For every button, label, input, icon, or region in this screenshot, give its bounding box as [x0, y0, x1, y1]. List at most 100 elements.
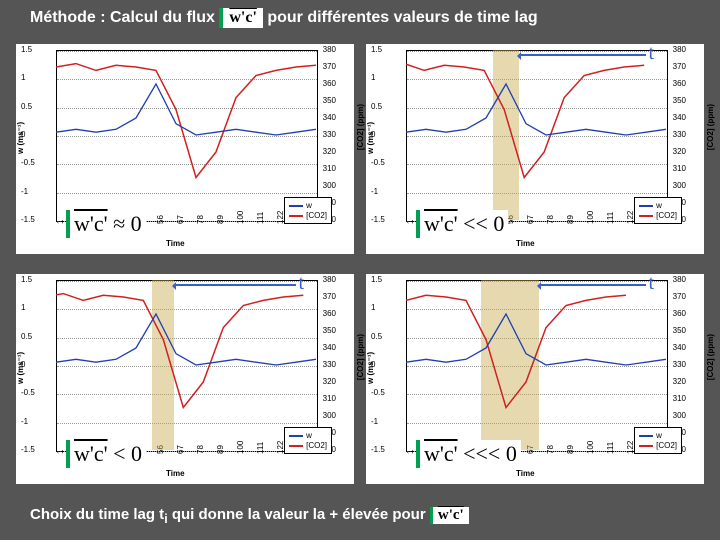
- title-flux-box: w'c': [219, 8, 263, 28]
- title-post: pour différentes valeurs de time lag: [267, 9, 537, 26]
- ytick-left: -0.5: [21, 388, 35, 397]
- ytick-right: 360: [673, 309, 686, 318]
- xtick: 1: [56, 220, 65, 224]
- xtick: 1: [56, 450, 65, 454]
- ytick-left: -1.5: [371, 215, 385, 224]
- ytick-left: 1.5: [371, 45, 382, 54]
- w-series: [406, 84, 666, 135]
- ytick-left: -1.5: [21, 215, 35, 224]
- ytick-right: 360: [323, 79, 336, 88]
- ytick-right: 340: [673, 113, 686, 122]
- ytick-left: -1.5: [371, 445, 385, 454]
- legend: w[CO2]: [634, 427, 682, 454]
- ytick-left: 1.5: [21, 45, 32, 54]
- ytick-right: 310: [323, 394, 336, 403]
- chart-panel: -1.5-1-0.500.511.52802903003103203303403…: [10, 40, 360, 270]
- ytick-right: 380: [323, 45, 336, 54]
- w-series: [56, 314, 316, 365]
- w-series: [56, 84, 316, 135]
- ytick-right: 320: [673, 377, 686, 386]
- w-series: [406, 314, 666, 365]
- ytick-left: -1: [21, 417, 28, 426]
- footer-flux-box: w'c': [430, 507, 469, 524]
- ytick-left: 1: [371, 73, 375, 82]
- title-pre: Méthode : Calcul du flux: [30, 9, 215, 26]
- footer-sub: i: [164, 512, 167, 526]
- co2-series: [56, 294, 303, 408]
- ytick-left: 1: [21, 73, 25, 82]
- ytick-right: 310: [673, 394, 686, 403]
- timelag-arrow: [174, 284, 296, 286]
- ytick-left: 0.5: [371, 102, 382, 111]
- xlabel: Time: [516, 469, 535, 478]
- ytick-right: 330: [673, 360, 686, 369]
- ytick-right: 370: [323, 292, 336, 301]
- ytick-left: -0.5: [371, 158, 385, 167]
- legend: w[CO2]: [284, 427, 332, 454]
- ytick-left: 0.5: [371, 332, 382, 341]
- ytick-right: 350: [673, 326, 686, 335]
- co2-series: [56, 64, 316, 178]
- footer-mid: qui donne la valeur la + élevée pour: [172, 506, 426, 523]
- ytick-left: -1: [371, 187, 378, 196]
- ylabel-left: w (ms⁻¹): [16, 352, 25, 384]
- ytick-right: 350: [673, 96, 686, 105]
- ytick-left: 1: [21, 303, 25, 312]
- ytick-right: 320: [323, 377, 336, 386]
- ytick-left: 0.5: [21, 102, 32, 111]
- ytick-left: -1.5: [21, 445, 35, 454]
- ytick-right: 350: [323, 96, 336, 105]
- ytick-left: -0.5: [371, 388, 385, 397]
- xlabel: Time: [166, 469, 185, 478]
- ytick-left: 1.5: [371, 275, 382, 284]
- ylabel-right: [CO2] (ppm): [706, 104, 715, 150]
- xtick: 1: [406, 220, 415, 224]
- ytick-left: 1.5: [21, 275, 32, 284]
- ytick-right: 320: [673, 147, 686, 156]
- ytick-right: 380: [323, 275, 336, 284]
- ytick-left: -1: [21, 187, 28, 196]
- ylabel-left: w (ms⁻¹): [16, 122, 25, 154]
- timelag-arrow: [519, 54, 646, 56]
- ytick-right: 370: [323, 62, 336, 71]
- ytick-right: 360: [323, 309, 336, 318]
- flux-equation: w'c' < 0: [66, 440, 146, 468]
- ytick-left: 0.5: [21, 332, 32, 341]
- xlabel: Time: [516, 239, 535, 248]
- co2-series: [406, 294, 626, 408]
- ytick-right: 370: [673, 292, 686, 301]
- ytick-right: 370: [673, 62, 686, 71]
- ytick-right: 340: [323, 343, 336, 352]
- ytick-right: 350: [323, 326, 336, 335]
- flux-equation: w'c' << 0: [416, 210, 508, 238]
- ytick-right: 360: [673, 79, 686, 88]
- xtick: 1: [406, 450, 415, 454]
- legend: w[CO2]: [284, 197, 332, 224]
- ytick-left: 1: [371, 303, 375, 312]
- flux-equation: w'c' <<< 0: [416, 440, 521, 468]
- legend: w[CO2]: [634, 197, 682, 224]
- chart-grid: -1.5-1-0.500.511.52802903003103203303403…: [10, 40, 710, 500]
- slide-title: Méthode : Calcul du flux w'c' pour diffé…: [30, 8, 538, 28]
- ytick-right: 380: [673, 275, 686, 284]
- chart-panel: -1.5-1-0.500.511.52802903003103203303403…: [10, 270, 360, 500]
- ytick-right: 300: [673, 181, 686, 190]
- ylabel-right: [CO2] (ppm): [706, 334, 715, 380]
- ytick-right: 300: [673, 411, 686, 420]
- ytick-left: -1: [371, 417, 378, 426]
- ytick-right: 320: [323, 147, 336, 156]
- timelag-label: t: [648, 42, 654, 68]
- ytick-right: 310: [673, 164, 686, 173]
- ylabel-left: w (ms⁻¹): [366, 122, 375, 154]
- ytick-right: 340: [673, 343, 686, 352]
- footer-pre: Choix du time lag t: [30, 506, 164, 523]
- timelag-arrow: [539, 284, 646, 286]
- ylabel-left: w (ms⁻¹): [366, 352, 375, 384]
- ytick-right: 380: [673, 45, 686, 54]
- ytick-right: 330: [673, 130, 686, 139]
- slide-footer: Choix du time lag ti qui donne la valeur…: [30, 506, 469, 526]
- ytick-right: 330: [323, 130, 336, 139]
- ytick-right: 340: [323, 113, 336, 122]
- flux-equation: w'c' ≈ 0: [66, 210, 146, 238]
- ytick-right: 330: [323, 360, 336, 369]
